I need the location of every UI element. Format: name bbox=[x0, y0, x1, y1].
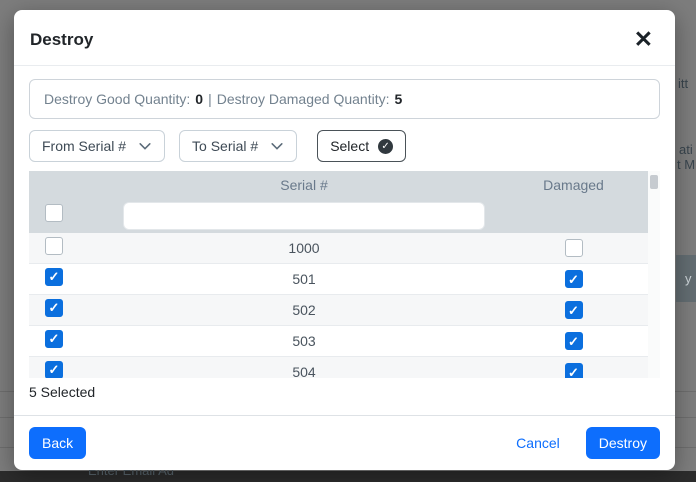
damaged-quantity-value: 5 bbox=[394, 91, 402, 107]
serials-table: Serial # Damaged 1000 501 bbox=[29, 171, 660, 378]
chevron-down-icon bbox=[270, 139, 284, 153]
scrollbar-thumb[interactable] bbox=[650, 175, 658, 189]
table-row[interactable]: 504 bbox=[29, 357, 648, 378]
serial-number-cell: 1000 bbox=[109, 240, 499, 256]
serial-column-header: Serial # bbox=[109, 177, 499, 193]
table-row[interactable]: 503 bbox=[29, 326, 648, 357]
back-button[interactable]: Back bbox=[29, 427, 86, 459]
background-text-fragment: t M bbox=[677, 157, 695, 172]
serial-number-cell: 501 bbox=[109, 271, 499, 287]
row-damaged-checkbox[interactable] bbox=[565, 270, 583, 288]
modal-footer: Back Cancel Destroy bbox=[14, 415, 675, 470]
check-circle-icon: ✓ bbox=[378, 139, 393, 154]
chevron-down-icon bbox=[138, 139, 152, 153]
row-damaged-checkbox[interactable] bbox=[565, 239, 583, 257]
table-scrollbar[interactable] bbox=[648, 171, 660, 378]
serial-number-cell: 502 bbox=[109, 302, 499, 318]
good-quantity-label: Destroy Good Quantity: bbox=[44, 91, 190, 107]
select-all-checkbox[interactable] bbox=[45, 204, 63, 222]
row-damaged-checkbox[interactable] bbox=[565, 363, 583, 378]
destroy-button[interactable]: Destroy bbox=[586, 427, 660, 459]
table-header-row: Serial # Damaged bbox=[29, 171, 648, 198]
table-filter-row bbox=[29, 198, 648, 233]
table-body: 1000 501 502 503 504 bbox=[29, 233, 648, 378]
damaged-quantity-label: Destroy Damaged Quantity: bbox=[217, 91, 390, 107]
cancel-button[interactable]: Cancel bbox=[516, 435, 560, 451]
modal-body: Destroy Good Quantity: 0 | Destroy Damag… bbox=[14, 66, 675, 415]
modal-title: Destroy bbox=[30, 30, 93, 50]
table-row[interactable]: 502 bbox=[29, 295, 648, 326]
row-select-checkbox[interactable] bbox=[45, 361, 63, 379]
background-text-fragment: ati bbox=[679, 142, 693, 157]
to-serial-dropdown[interactable]: To Serial # bbox=[179, 130, 297, 162]
to-serial-label: To Serial # bbox=[192, 138, 258, 154]
serial-filter-input[interactable] bbox=[123, 202, 485, 230]
select-button-label: Select bbox=[330, 138, 369, 154]
damaged-column-header: Damaged bbox=[499, 177, 648, 193]
good-quantity-value: 0 bbox=[195, 91, 203, 107]
summary-separator: | bbox=[208, 91, 212, 107]
row-damaged-checkbox[interactable] bbox=[565, 301, 583, 319]
row-select-checkbox[interactable] bbox=[45, 299, 63, 317]
modal-header: Destroy ✕ bbox=[14, 10, 675, 66]
close-icon[interactable]: ✕ bbox=[628, 28, 659, 51]
background-text-fragment: y bbox=[685, 271, 692, 286]
row-select-checkbox[interactable] bbox=[45, 268, 63, 286]
select-button[interactable]: Select ✓ bbox=[317, 130, 406, 162]
row-select-checkbox[interactable] bbox=[45, 237, 63, 255]
serial-controls: From Serial # To Serial # Select ✓ bbox=[29, 130, 660, 162]
destroy-modal: Destroy ✕ Destroy Good Quantity: 0 | Des… bbox=[14, 10, 675, 470]
serial-number-cell: 503 bbox=[109, 333, 499, 349]
quantity-summary: Destroy Good Quantity: 0 | Destroy Damag… bbox=[29, 79, 660, 119]
table-row[interactable]: 1000 bbox=[29, 233, 648, 264]
from-serial-dropdown[interactable]: From Serial # bbox=[29, 130, 165, 162]
serial-number-cell: 504 bbox=[109, 364, 499, 378]
row-select-checkbox[interactable] bbox=[45, 330, 63, 348]
table-row[interactable]: 501 bbox=[29, 264, 648, 295]
from-serial-label: From Serial # bbox=[42, 138, 126, 154]
background-text-fragment: itt bbox=[678, 76, 688, 91]
selection-status: 5 Selected bbox=[29, 384, 660, 400]
row-damaged-checkbox[interactable] bbox=[565, 332, 583, 350]
